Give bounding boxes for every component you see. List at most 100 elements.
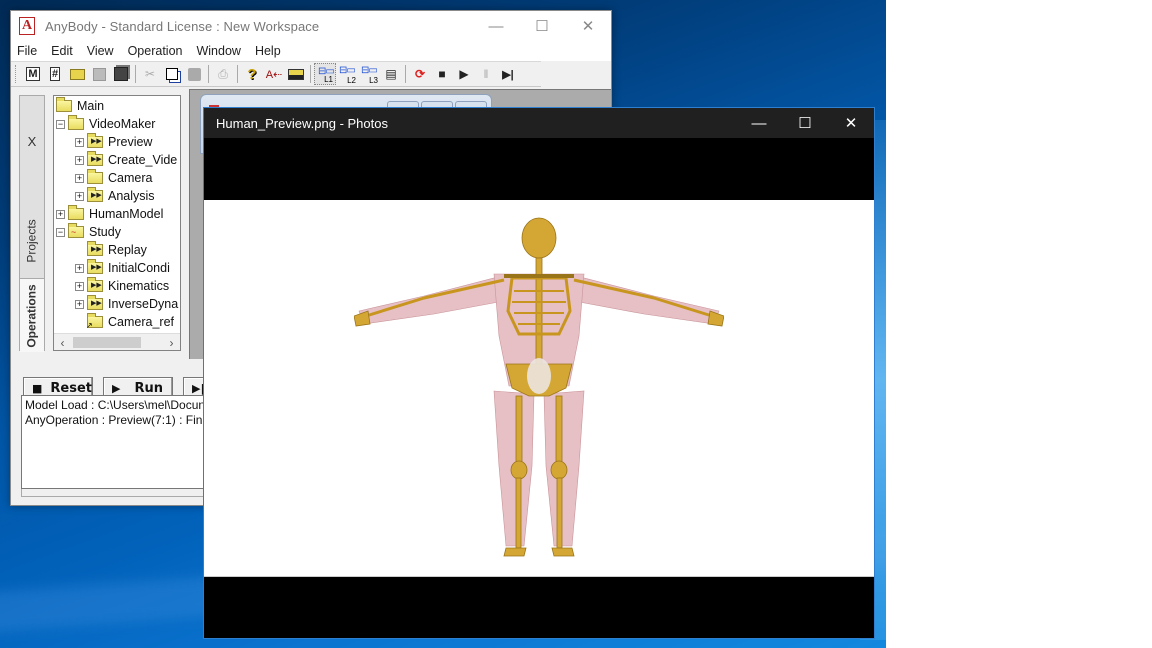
scroll-right-arrow-icon[interactable]: ›: [163, 334, 180, 350]
left-arm-muscles: [358, 277, 515, 325]
menu-operation[interactable]: Operation: [121, 44, 190, 58]
tree-items: Main − VideoMaker + ▶▶ Preview + ▶▶ Create_Vide +…: [54, 96, 180, 334]
photos-window-title: Human_Preview.png - Photos: [216, 115, 388, 131]
menu-bar: File Edit View Operation Window Help: [11, 41, 611, 61]
anybody-app-icon: A: [19, 17, 35, 35]
copy-icon[interactable]: [161, 63, 183, 85]
log-scrollbar[interactable]: [21, 489, 221, 497]
paste-icon[interactable]: [183, 63, 205, 85]
expand-icon[interactable]: +: [56, 209, 65, 219]
tree-item-label: InverseDyna: [108, 297, 179, 311]
photos-maximize-button[interactable]: ☐: [782, 108, 828, 138]
tree-item-label: Study: [89, 225, 121, 239]
reload-model-icon[interactable]: ⟳: [409, 63, 431, 85]
tree-level-1-icon[interactable]: ⊟▭ L1: [314, 63, 336, 85]
close-button[interactable]: ✕: [565, 11, 611, 41]
menu-view[interactable]: View: [80, 44, 121, 58]
menu-file[interactable]: File: [11, 44, 44, 58]
print-icon[interactable]: ⎙: [212, 63, 234, 85]
expand-icon[interactable]: +: [75, 281, 84, 291]
tree-item[interactable]: ▶▶ Replay: [75, 241, 147, 259]
tree-level-3-icon[interactable]: ⊟▭ L3: [358, 63, 380, 85]
expand-icon[interactable]: +: [75, 191, 84, 201]
operations-tree[interactable]: Main − VideoMaker + ▶▶ Preview + ▶▶ Create_Vide +…: [53, 95, 181, 351]
tab-projects[interactable]: Projects: [20, 206, 44, 276]
tree-item[interactable]: + ▶▶ Kinematics: [75, 277, 169, 295]
human-model-figure: [354, 217, 724, 557]
left-hand: [354, 310, 371, 327]
tree-item[interactable]: ↗ Camera_ref: [75, 313, 174, 331]
log-line: AnyOperation : Preview(7:1) : Finis: [25, 413, 212, 427]
close-panel-tab[interactable]: X: [20, 126, 44, 156]
tree-item-label: Preview: [108, 135, 153, 149]
operation-folder-icon: ▶▶: [87, 241, 103, 256]
tree-horizontal-scrollbar[interactable]: ‹ ›: [54, 333, 180, 350]
folder-folder-icon: [87, 169, 103, 184]
help-icon[interactable]: ?: [241, 63, 263, 85]
anybody-window-title: AnyBody - Standard License : New Workspa…: [45, 18, 320, 34]
menu-edit[interactable]: Edit: [44, 44, 80, 58]
menu-help[interactable]: Help: [248, 44, 288, 58]
photos-window[interactable]: Human_Preview.png - Photos — ☐ ✕: [203, 107, 875, 639]
tree-item[interactable]: + ▶▶ InverseDyna: [75, 295, 178, 313]
tree-item[interactable]: + ▶▶ InitialCondi: [75, 259, 170, 277]
scroll-thumb[interactable]: [73, 337, 141, 348]
expand-icon[interactable]: +: [75, 137, 84, 147]
toolbar-grip[interactable]: [15, 65, 18, 83]
save-icon[interactable]: [88, 63, 110, 85]
expand-icon[interactable]: +: [75, 263, 84, 273]
tree-item[interactable]: + ▶▶ Create_Vide: [75, 151, 177, 169]
expand-icon[interactable]: +: [75, 299, 84, 309]
cut-icon[interactable]: ✂: [139, 63, 161, 85]
collapse-icon[interactable]: −: [56, 227, 65, 237]
new-main-file-icon[interactable]: M: [22, 63, 44, 85]
anybody-titlebar[interactable]: A AnyBody - Standard License : New Works…: [11, 11, 611, 41]
tree-connector: [75, 246, 84, 255]
new-include-file-icon[interactable]: #: [44, 63, 66, 85]
operation-folder-icon: ▶▶: [87, 295, 103, 310]
save-all-icon[interactable]: [110, 63, 132, 85]
photo-image[interactable]: [204, 200, 874, 577]
reference-icon[interactable]: A⇠: [263, 63, 285, 85]
output-log[interactable]: Model Load : C:\Users\mel\Docun AnyOpera…: [21, 395, 221, 489]
tree-item[interactable]: − ~ Study: [56, 223, 121, 241]
tree-level-2-icon[interactable]: ⊟▭ L2: [336, 63, 358, 85]
step-icon[interactable]: ▶|: [497, 63, 519, 85]
tree-item[interactable]: Main: [56, 97, 104, 115]
tree-item-label: InitialCondi: [108, 261, 170, 275]
operation-folder-icon: ▶▶: [87, 133, 103, 148]
play-icon: ▶: [112, 381, 121, 395]
operation-folder-icon: ▶▶: [87, 187, 103, 202]
tree-item[interactable]: + ▶▶ Analysis: [75, 187, 155, 205]
collapse-icon[interactable]: −: [56, 119, 65, 129]
open-folder-icon[interactable]: [66, 63, 88, 85]
right-femur: [555, 395, 563, 467]
log-line: Model Load : C:\Users\mel\Docun: [25, 398, 206, 412]
load-model-icon[interactable]: [285, 63, 307, 85]
expand-icon[interactable]: +: [75, 155, 84, 165]
tree-item-label: Camera: [108, 171, 153, 185]
photos-close-button[interactable]: ✕: [828, 108, 874, 138]
minimize-button[interactable]: —: [473, 11, 519, 41]
tree-item[interactable]: + Camera: [75, 169, 152, 187]
maximize-button[interactable]: ☐: [519, 11, 565, 41]
tree-item[interactable]: + HumanModel: [56, 205, 163, 223]
model-view-icon[interactable]: ▤: [380, 63, 402, 85]
run-icon[interactable]: ▶: [453, 63, 475, 85]
operation-folder-icon: ▶▶: [87, 259, 103, 274]
tree-item[interactable]: − VideoMaker: [56, 115, 155, 133]
photos-minimize-button[interactable]: —: [736, 108, 782, 138]
stop-icon[interactable]: ■: [431, 63, 453, 85]
tree-item-label: Main: [77, 99, 105, 113]
stop-icon: ■: [32, 381, 43, 395]
scroll-left-arrow-icon[interactable]: ‹: [54, 334, 71, 350]
pause-icon[interactable]: ‖: [475, 63, 497, 85]
menu-window[interactable]: Window: [189, 44, 247, 58]
tree-item[interactable]: + ▶▶ Preview: [75, 133, 152, 151]
operation-folder-icon: ▶▶: [87, 151, 103, 166]
tree-item-label: Replay: [108, 243, 147, 257]
expand-icon[interactable]: +: [75, 173, 84, 183]
tab-operations[interactable]: Operations: [20, 278, 44, 352]
photos-titlebar[interactable]: Human_Preview.png - Photos — ☐ ✕: [204, 108, 874, 138]
operation-folder-icon: ▶▶: [87, 277, 103, 292]
